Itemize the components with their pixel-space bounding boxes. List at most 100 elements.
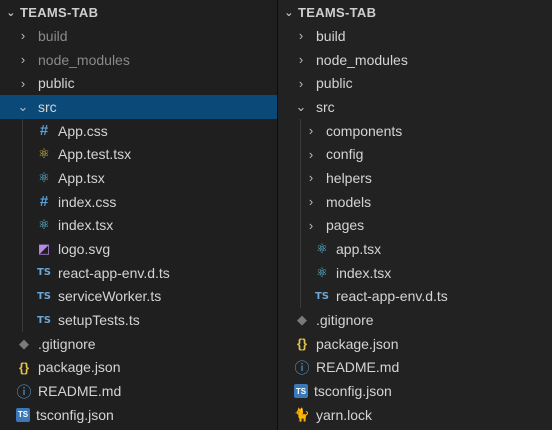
indent-guide — [22, 118, 23, 143]
folder-row[interactable]: › pages — [278, 213, 552, 238]
file-row[interactable]: ◆ .gitignore — [0, 332, 277, 356]
folder-row[interactable]: › public — [0, 71, 277, 95]
typescript-icon: TS — [314, 290, 330, 302]
item-label: src — [316, 98, 335, 115]
indent-guide — [300, 166, 301, 190]
file-row[interactable]: {} package.json — [0, 356, 277, 380]
item-label: config — [326, 146, 364, 163]
item-label: src — [38, 98, 57, 115]
item-label: app.tsx — [336, 241, 382, 258]
item-label: .gitignore — [316, 312, 374, 329]
folder-row[interactable]: › config — [278, 142, 552, 167]
item-label: App.css — [58, 122, 108, 139]
folder-row[interactable]: ⌄ src — [0, 95, 277, 119]
typescript-icon: TS — [36, 314, 52, 326]
react-icon: ⚛ — [316, 241, 328, 257]
explorer-header-left[interactable]: ⌄ TEAMS-TAB — [0, 0, 277, 24]
file-row[interactable]: ⚛ index.tsx — [0, 213, 277, 238]
react-test-icon: ⚛ — [38, 146, 50, 162]
folder-row[interactable]: › components — [278, 118, 552, 143]
file-row[interactable]: ⚛ App.tsx — [0, 166, 277, 190]
chevron-right-icon[interactable]: › — [304, 193, 318, 211]
item-label: build — [38, 27, 68, 44]
chevron-right-icon[interactable]: › — [304, 122, 318, 140]
react-icon: ⚛ — [316, 264, 328, 280]
folder-row[interactable]: › build — [278, 24, 552, 48]
folder-row[interactable]: › build — [0, 24, 277, 48]
file-row[interactable]: TS setupTests.ts — [0, 308, 277, 332]
chevron-right-icon[interactable]: › — [16, 74, 30, 92]
file-row[interactable]: TS react-app-env.d.ts — [278, 284, 552, 309]
tsconfig-icon: TS — [294, 384, 308, 399]
chevron-right-icon[interactable]: › — [294, 51, 308, 69]
file-row[interactable]: ⚛ App.test.tsx — [0, 142, 277, 167]
file-row[interactable]: {} package.json — [278, 332, 552, 356]
chevron-right-icon[interactable]: › — [304, 145, 318, 163]
file-row[interactable]: ◆ .gitignore — [278, 308, 552, 332]
folder-row[interactable]: › node_modules — [0, 48, 277, 72]
item-label: components — [326, 122, 403, 139]
svg-icon: ◩ — [37, 241, 51, 257]
item-label: index.css — [58, 193, 117, 210]
hash-icon: # — [39, 122, 49, 140]
file-row[interactable]: ⓘ README.md — [0, 379, 277, 403]
file-row[interactable]: ⓘ README.md — [278, 356, 552, 380]
item-label: react-app-env.d.ts — [58, 264, 170, 281]
folder-row[interactable]: › public — [278, 71, 552, 95]
item-label: yarn.lock — [316, 406, 373, 423]
file-row[interactable]: 🐈 yarn.lock — [278, 403, 552, 427]
file-row[interactable]: ⚛ app.tsx — [278, 237, 552, 261]
json-icon: {} — [18, 359, 30, 375]
folder-row[interactable]: ⌄ src — [278, 95, 552, 119]
chevron-right-icon[interactable]: › — [294, 74, 308, 92]
item-label: index.tsx — [336, 264, 392, 281]
react-icon: ⚛ — [38, 169, 50, 185]
item-label: react-app-env.d.ts — [336, 288, 448, 305]
file-row[interactable]: ⚛ index.tsx — [278, 260, 552, 285]
typescript-icon: TS — [36, 267, 52, 279]
json-icon: {} — [296, 336, 308, 352]
info-icon: ⓘ — [16, 383, 32, 401]
indent-guide — [300, 237, 301, 261]
explorer-header-right[interactable]: ⌄ TEAMS-TAB — [278, 0, 552, 24]
indent-guide — [300, 260, 301, 285]
indent-guide — [22, 284, 23, 309]
chevron-right-icon[interactable]: › — [304, 216, 318, 234]
chevron-right-icon[interactable]: › — [16, 51, 30, 69]
item-label: public — [316, 75, 353, 92]
item-label: build — [316, 27, 346, 44]
file-tree-left: › build › node_modules › public ⌄ src # App.css ⚛ A… — [0, 24, 277, 427]
file-row[interactable]: TS tsconfig.json — [0, 403, 277, 427]
explorer-left: ⌄ TEAMS-TAB › build › node_modules › public ⌄ s… — [0, 0, 278, 430]
item-label: tsconfig.json — [36, 406, 114, 423]
chevron-down-icon[interactable]: ⌄ — [294, 98, 308, 116]
chevron-right-icon[interactable]: › — [294, 27, 308, 45]
indent-guide — [300, 118, 301, 143]
indent-guide — [22, 308, 23, 332]
folder-row[interactable]: › models — [278, 189, 552, 214]
indent-guide — [22, 189, 23, 214]
item-label: serviceWorker.ts — [58, 288, 162, 305]
item-label: setupTests.ts — [58, 312, 140, 329]
file-row[interactable]: TS tsconfig.json — [278, 379, 552, 403]
git-icon: ◆ — [19, 335, 29, 351]
typescript-icon: TS — [36, 290, 52, 302]
chevron-right-icon[interactable]: › — [16, 27, 30, 45]
git-icon: ◆ — [297, 312, 307, 328]
item-label: App.test.tsx — [58, 146, 132, 163]
file-row[interactable]: # App.css — [0, 118, 277, 143]
indent-guide — [300, 213, 301, 238]
indent-guide — [22, 166, 23, 190]
folder-row[interactable]: › node_modules — [278, 48, 552, 72]
indent-guide — [22, 142, 23, 167]
explorer-right: ⌄ TEAMS-TAB › build › node_modules › public ⌄ s… — [278, 0, 552, 430]
file-row[interactable]: # index.css — [0, 189, 277, 214]
file-row[interactable]: ◩ logo.svg — [0, 237, 277, 261]
file-row[interactable]: TS serviceWorker.ts — [0, 284, 277, 309]
chevron-down-icon[interactable]: ⌄ — [16, 98, 30, 116]
folder-row[interactable]: › helpers — [278, 166, 552, 190]
chevron-right-icon[interactable]: › — [304, 169, 318, 187]
yarn-icon: 🐈 — [293, 406, 311, 422]
indent-guide — [300, 189, 301, 214]
file-row[interactable]: TS react-app-env.d.ts — [0, 260, 277, 285]
